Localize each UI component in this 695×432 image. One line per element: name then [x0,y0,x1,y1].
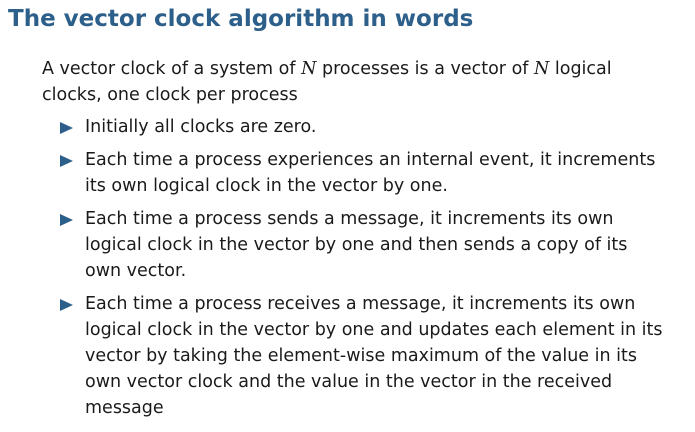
intro-text-1: A vector clock of a system of [42,59,302,79]
bullet-list: Initially all clocks are zero. Each time… [42,114,667,421]
bullet-item: Each time a process experiences an inter… [42,147,667,199]
slide: The vector clock algorithm in words A ve… [0,0,695,432]
bullet-text: Each time a process experiences an inter… [85,150,656,196]
intro-text-2: processes is a vector of [316,59,534,79]
math-variable-n: N [301,59,317,79]
triangle-right-icon [60,299,73,311]
bullet-text: Initially all clocks are zero. [85,117,317,137]
slide-title: The vector clock algorithm in words [8,6,474,32]
bullet-text: Each time a process receives a message, … [85,294,663,418]
bullet-item: Initially all clocks are zero. [42,114,667,140]
bullet-item: Each time a process receives a message, … [42,291,667,421]
bullet-text: Each time a process sends a message, it … [85,209,628,281]
triangle-right-icon [60,155,73,167]
bullet-item: Each time a process sends a message, it … [42,206,667,284]
triangle-right-icon [60,214,73,226]
triangle-right-icon [60,122,73,134]
slide-content: A vector clock of a system of N processe… [42,56,667,428]
intro-paragraph: A vector clock of a system of N processe… [42,56,667,108]
math-variable-n: N [534,59,550,79]
